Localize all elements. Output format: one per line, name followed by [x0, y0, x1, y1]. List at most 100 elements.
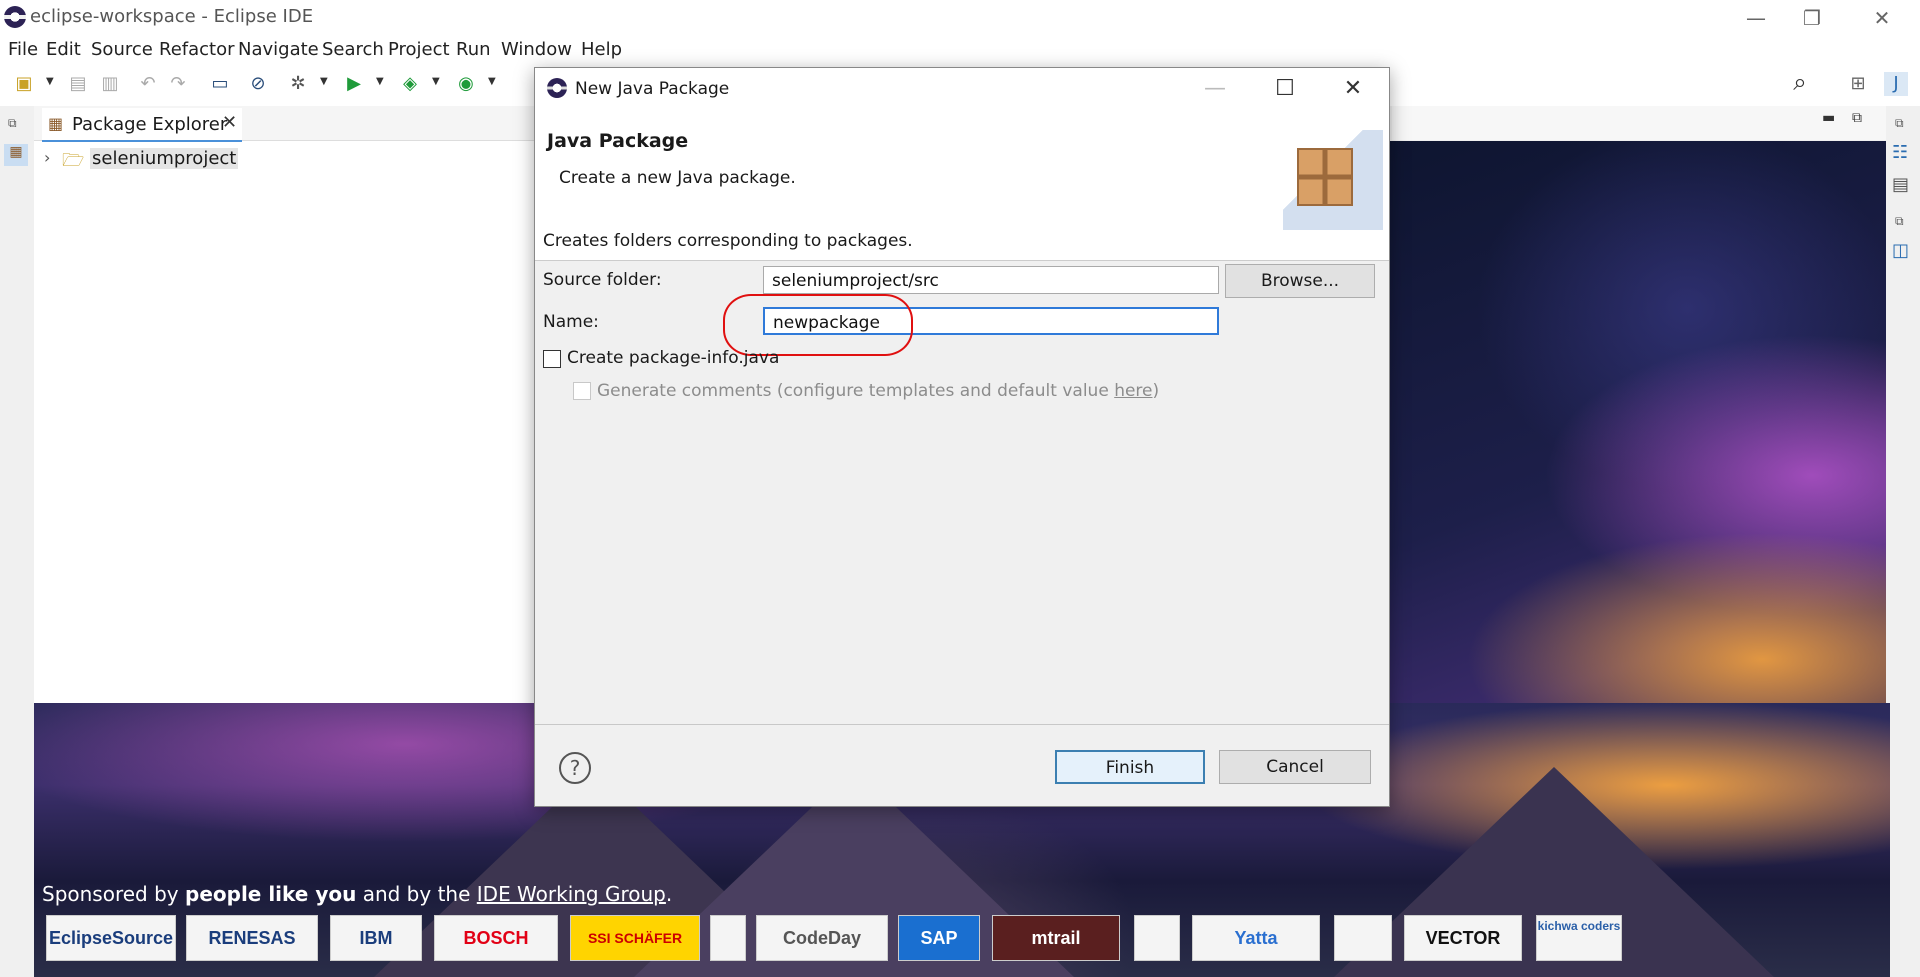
task-list-icon[interactable]: ▤	[1892, 174, 1909, 195]
right-trim-bar: ⧉ ☷ ▤ ⧉ ◫	[1886, 106, 1920, 976]
sponsor-logo-ibm[interactable]: IBM	[330, 915, 422, 961]
menu-file[interactable]: File	[8, 39, 38, 60]
menu-bar: File Edit Source Refactor Navigate Searc…	[0, 36, 1920, 64]
panel-icon[interactable]: ◫	[1892, 240, 1909, 261]
banner-description: Create a new Java package.	[559, 168, 796, 188]
search-icon[interactable]: ⌕	[1788, 70, 1812, 94]
package-wizard-icon	[1283, 130, 1383, 230]
tab-label: Package Explorer	[72, 114, 228, 135]
sponsor-logo-codeday[interactable]: CodeDay	[756, 915, 888, 961]
menu-search[interactable]: Search	[322, 39, 384, 60]
menu-help[interactable]: Help	[581, 39, 622, 60]
restore-view-icon[interactable]: ⧉	[8, 116, 17, 131]
configure-templates-link: here	[1114, 381, 1153, 401]
sponsor-logo-bosch[interactable]: BOSCH	[434, 915, 558, 961]
sponsor-logo-broken-image[interactable]	[710, 915, 746, 961]
dialog-minimize-button[interactable]: —	[1195, 74, 1235, 104]
generate-comments-checkbox	[573, 382, 591, 400]
new-java-package-dialog: New Java Package — ☐ ✕ Java Package Crea…	[534, 67, 1390, 807]
tab-package-explorer[interactable]: ▦ Package Explorer ✕	[42, 108, 242, 142]
dialog-maximize-button[interactable]: ☐	[1265, 74, 1305, 104]
undo-icon[interactable]: ↶	[136, 72, 160, 96]
create-package-info-label: Create package-info.java	[567, 348, 780, 368]
menu-window[interactable]: Window	[501, 39, 572, 60]
restore-button[interactable]: ❐	[1792, 4, 1832, 32]
outline-icon[interactable]: ☷	[1892, 142, 1908, 163]
create-package-info-checkbox[interactable]	[543, 350, 561, 368]
sponsor-logo-renesas[interactable]: RENESAS	[186, 915, 318, 961]
redo-icon[interactable]: ↷	[166, 72, 190, 96]
minimize-button[interactable]: —	[1736, 4, 1776, 32]
skip-breakpoints-icon[interactable]: ⊘	[246, 72, 270, 96]
source-folder-input[interactable]: seleniumproject/src	[763, 266, 1219, 294]
sponsor-logo-sap[interactable]: SAP	[898, 915, 980, 961]
chevron-down-icon[interactable]: ▼	[46, 76, 56, 90]
sponsor-logo-equo[interactable]	[1334, 915, 1392, 961]
package-explorer-icon: ▦	[48, 114, 64, 133]
sponsor-logo-yatta[interactable]: Yatta	[1192, 915, 1320, 961]
tree-item-seleniumproject[interactable]: › 🗁 seleniumproject	[44, 146, 254, 172]
sponsor-text: Sponsored by people like you and by the …	[42, 882, 673, 906]
name-field-highlight	[723, 294, 913, 356]
menu-project[interactable]: Project	[388, 39, 450, 60]
open-perspective-icon[interactable]: ⊞	[1846, 72, 1870, 96]
sponsor-logo-eclipsesource[interactable]: EclipseSource	[46, 915, 176, 961]
project-folder-icon: 🗁	[62, 150, 85, 171]
sponsor-logo-vector[interactable]: VECTOR	[1404, 915, 1522, 961]
minimize-view-icon[interactable]: ▬	[1822, 110, 1835, 126]
cancel-button[interactable]: Cancel	[1219, 750, 1371, 784]
menu-refactor[interactable]: Refactor	[159, 39, 235, 60]
eclipse-app-icon	[4, 6, 26, 28]
dialog-title: New Java Package	[575, 79, 730, 99]
chevron-down-icon[interactable]: ▼	[432, 76, 442, 90]
help-button[interactable]: ?	[559, 752, 591, 784]
sponsor-logo-mtrail[interactable]: mtrail	[992, 915, 1120, 961]
menu-source[interactable]: Source	[91, 39, 153, 60]
save-all-icon[interactable]: ▥	[98, 72, 122, 96]
close-button[interactable]: ✕	[1862, 4, 1902, 32]
save-icon[interactable]: ▤	[66, 72, 90, 96]
tree-item-label: seleniumproject	[90, 148, 239, 169]
sponsor-logo-kichwa-coders[interactable]: kichwa coders	[1536, 915, 1622, 961]
restore-view-icon[interactable]: ⧉	[1895, 214, 1904, 229]
sponsor-logo-broadcom[interactable]	[1134, 915, 1180, 961]
package-explorer-tab-bar: ▦ Package Explorer ✕	[34, 106, 536, 142]
dialog-separator	[535, 724, 1389, 725]
left-trim-bar: ⧉ ▦	[0, 106, 34, 706]
maximize-view-icon[interactable]: ⧉	[1852, 110, 1862, 126]
close-icon[interactable]: ✕	[222, 112, 237, 133]
window-title-bar: eclipse-workspace - Eclipse IDE — ❐ ✕	[0, 0, 1920, 36]
chevron-right-icon[interactable]: ›	[44, 148, 50, 167]
chevron-down-icon[interactable]: ▼	[320, 76, 330, 90]
banner-title: Java Package	[547, 130, 689, 152]
dialog-close-button[interactable]: ✕	[1333, 74, 1373, 104]
package-explorer-view: ▦ Package Explorer ✕ › 🗁 seleniumproject	[34, 106, 537, 703]
ide-working-group-link[interactable]: IDE Working Group	[477, 882, 666, 906]
window-title: eclipse-workspace - Eclipse IDE	[30, 6, 314, 27]
chevron-down-icon[interactable]: ▼	[376, 76, 386, 90]
terminal-icon[interactable]: ▭	[208, 72, 232, 96]
browse-button[interactable]: Browse...	[1225, 264, 1375, 298]
package-box-icon	[1297, 148, 1353, 206]
external-tools-icon[interactable]: ◉	[454, 72, 478, 96]
package-explorer-minimized-icon[interactable]: ▦	[4, 144, 28, 166]
menu-edit[interactable]: Edit	[46, 39, 81, 60]
finish-button[interactable]: Finish	[1055, 750, 1205, 784]
new-wizard-icon[interactable]: ▣	[12, 72, 36, 96]
right-view-bar: ▬ ⧉	[1392, 106, 1886, 140]
chevron-down-icon[interactable]: ▼	[488, 76, 498, 90]
menu-run[interactable]: Run	[456, 39, 491, 60]
name-label: Name:	[543, 312, 599, 332]
eclipse-app-icon	[547, 78, 567, 98]
dialog-title-bar: New Java Package — ☐ ✕	[535, 68, 1389, 110]
source-folder-label: Source folder:	[543, 270, 662, 290]
debug-icon[interactable]: ✲	[286, 72, 310, 96]
run-icon[interactable]: ▶	[342, 72, 366, 96]
generate-comments-label: Generate comments (configure templates a…	[597, 381, 1160, 401]
java-perspective-icon[interactable]: J	[1884, 72, 1908, 96]
menu-navigate[interactable]: Navigate	[238, 39, 319, 60]
sponsor-logo-ssi-schafer[interactable]: SSI SCHÄFER	[570, 915, 700, 961]
restore-view-icon[interactable]: ⧉	[1895, 116, 1904, 131]
coverage-icon[interactable]: ◈	[398, 72, 422, 96]
dialog-message: Creates folders corresponding to package…	[543, 231, 913, 251]
